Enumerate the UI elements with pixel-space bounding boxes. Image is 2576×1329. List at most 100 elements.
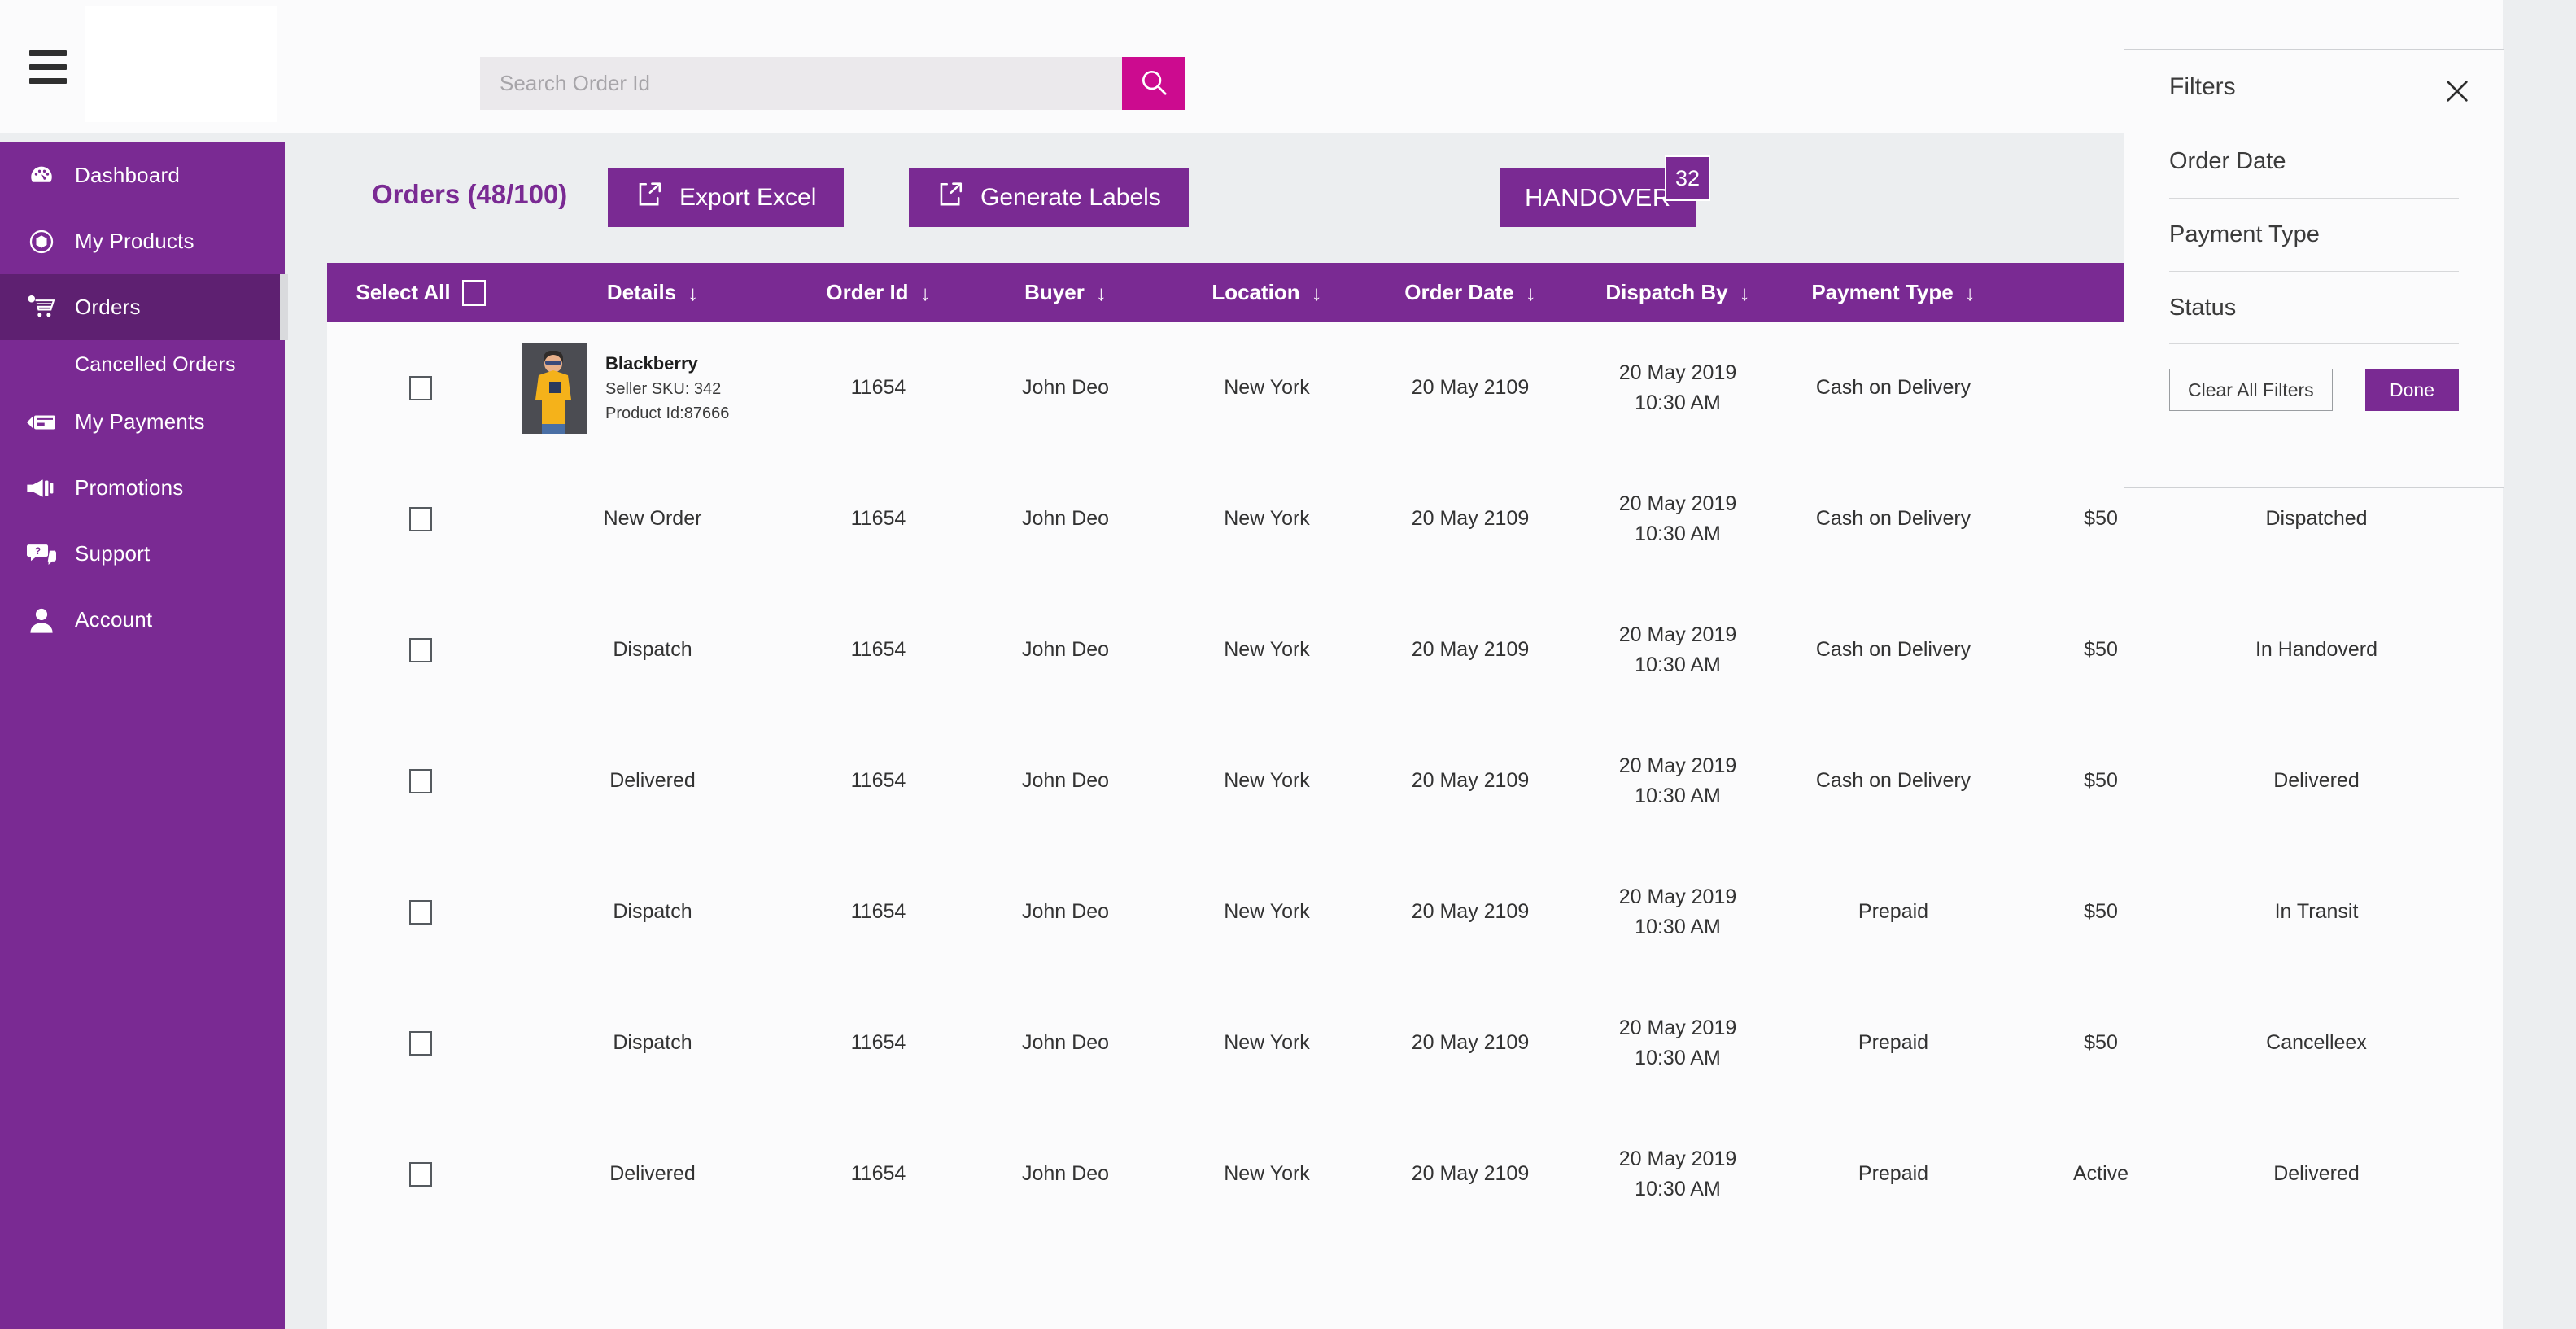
row-checkbox[interactable]	[409, 1030, 432, 1056]
box-icon	[23, 228, 60, 256]
column-label: Buyer	[1024, 280, 1085, 304]
sort-down-icon: ↓	[1964, 280, 1976, 305]
column-header-order-id[interactable]: Order Id ↓	[791, 280, 966, 305]
table-row[interactable]: Delivered 11654 John Deo New York 20 May 210…	[327, 715, 2503, 846]
done-button[interactable]: Done	[2365, 369, 2459, 411]
table-row[interactable]: Delivered 11654 John Deo New York 20 May 210…	[327, 1108, 2503, 1239]
sidebar-item-my-payments[interactable]: My Payments	[0, 389, 285, 455]
order-id-cell: 11654	[850, 1031, 906, 1055]
row-select-cell	[327, 1030, 514, 1056]
amount-cell: $50	[2084, 900, 2118, 924]
column-label: Payment Type	[1811, 280, 1954, 304]
status-cell: Delivered	[2273, 769, 2360, 793]
select-all-label: Select All	[356, 280, 451, 304]
order-date-cell: 20 May 2109	[1411, 638, 1530, 662]
sidebar-item-label: Account	[75, 607, 153, 632]
filter-row-order-date[interactable]: Order Date	[2169, 125, 2459, 198]
column-header-buyer[interactable]: Buyer ↓	[966, 280, 1165, 305]
payment-type-cell: Cash on Delivery	[1815, 769, 1971, 793]
select-all-checkbox[interactable]	[461, 279, 486, 306]
filters-actions: Clear All Filters Done	[2124, 344, 2504, 411]
details-cell: New Order	[514, 504, 791, 533]
order-id-cell: 11654	[850, 638, 906, 662]
column-label: Details	[606, 280, 677, 304]
filter-label: Order Date	[2169, 148, 2286, 174]
order-date-cell: 20 May 2109	[1411, 769, 1530, 793]
select-all-header: Select All	[327, 279, 514, 306]
sidebar-item-account[interactable]: Account	[0, 587, 285, 653]
sidebar-item-label: My Payments	[75, 409, 205, 434]
status-cell: Dispatched	[2265, 507, 2368, 531]
logo[interactable]	[85, 6, 277, 122]
sort-down-icon: ↓	[688, 280, 699, 305]
chat-help-icon: ?	[23, 541, 60, 567]
export-icon	[635, 181, 663, 215]
sidebar: Dashboard My Products Orders Cancelled O…	[0, 142, 288, 1329]
sidebar-item-orders[interactable]: Orders	[0, 274, 288, 340]
row-checkbox[interactable]	[409, 1161, 432, 1187]
row-select-cell	[327, 637, 514, 662]
generate-labels-label: Generate Labels	[980, 184, 1161, 211]
product-meta: Blackberry Seller SKU: 342 Product Id:8766…	[605, 350, 729, 426]
row-checkbox[interactable]	[409, 768, 432, 793]
column-header-location[interactable]: Location ↓	[1165, 280, 1369, 305]
order-date-cell: 20 May 2109	[1411, 900, 1530, 924]
filter-row-payment-type[interactable]: Payment Type	[2169, 198, 2459, 271]
row-select-cell	[327, 506, 514, 531]
location-cell: New York	[1224, 507, 1310, 531]
dispatch-by-cell: 20 May 2019 10:30 AM	[1618, 754, 1737, 807]
details-text: Delivered	[609, 1162, 696, 1186]
search-input[interactable]	[480, 57, 1122, 110]
filters-header: Filters	[2124, 50, 2504, 125]
export-excel-label: Export Excel	[679, 184, 817, 211]
column-header-details[interactable]: Details ↓	[514, 280, 791, 305]
row-checkbox[interactable]	[409, 375, 432, 400]
status-cell: In Handoverd	[2255, 638, 2378, 662]
table-row[interactable]: Dispatch 11654 John Deo New York 20 May 2109…	[327, 846, 2503, 977]
details-cell: Delivered	[514, 766, 791, 795]
hamburger-icon[interactable]	[29, 50, 67, 84]
filter-row-status[interactable]: Status	[2169, 271, 2459, 344]
payment-type-cell: Prepaid	[1858, 1031, 1929, 1055]
search-icon	[1138, 67, 1169, 100]
order-date-cell: 20 May 2109	[1411, 376, 1530, 400]
amount-cell: $50	[2084, 1031, 2118, 1055]
amount-cell: $50	[2084, 769, 2118, 793]
megaphone-icon	[23, 476, 60, 501]
sort-down-icon: ↓	[1739, 280, 1750, 305]
sidebar-item-cancelled-orders[interactable]: Cancelled Orders	[0, 340, 285, 389]
row-checkbox[interactable]	[409, 506, 432, 531]
export-icon	[937, 181, 964, 215]
details-text: Delivered	[609, 769, 696, 793]
payment-type-cell: Cash on Delivery	[1815, 376, 1971, 400]
hamburger-bar	[29, 64, 67, 70]
dispatch-by-cell: 20 May 2019 10:30 AM	[1618, 885, 1737, 938]
buyer-cell: John Deo	[1021, 900, 1110, 924]
order-date-cell: 20 May 2109	[1411, 507, 1530, 531]
sidebar-item-dashboard[interactable]: Dashboard	[0, 142, 285, 208]
sidebar-item-label: My Products	[75, 229, 194, 253]
svg-text:?: ?	[35, 546, 41, 557]
table-row[interactable]: Dispatch 11654 John Deo New York 20 May 2109…	[327, 584, 2503, 715]
close-icon[interactable]	[2443, 77, 2471, 105]
sidebar-item-my-products[interactable]: My Products	[0, 208, 285, 274]
column-header-order-date[interactable]: Order Date ↓	[1369, 280, 1572, 305]
export-excel-button[interactable]: Export Excel	[608, 168, 845, 227]
search-button[interactable]	[1122, 57, 1185, 110]
payment-type-cell: Cash on Delivery	[1815, 507, 1971, 531]
order-date-cell: 20 May 2109	[1411, 1031, 1530, 1055]
table-row[interactable]: Dispatch 11654 John Deo New York 20 May 2109…	[327, 977, 2503, 1108]
amount-cell: $50	[2084, 507, 2118, 531]
sidebar-item-label: Support	[75, 541, 151, 566]
clear-all-filters-button[interactable]: Clear All Filters	[2169, 369, 2333, 411]
column-header-payment-type[interactable]: Payment Type ↓	[1784, 280, 2003, 305]
amount-cell: $50	[2084, 638, 2118, 662]
generate-labels-button[interactable]: Generate Labels	[909, 168, 1189, 227]
sidebar-item-promotions[interactable]: Promotions	[0, 455, 285, 521]
row-select-cell	[327, 375, 514, 400]
details-cell: Delivered	[514, 1159, 791, 1188]
row-checkbox[interactable]	[409, 899, 432, 925]
column-header-dispatch-by[interactable]: Dispatch By ↓	[1572, 280, 1784, 305]
row-checkbox[interactable]	[409, 637, 432, 662]
sidebar-item-support[interactable]: ? Support	[0, 521, 285, 587]
